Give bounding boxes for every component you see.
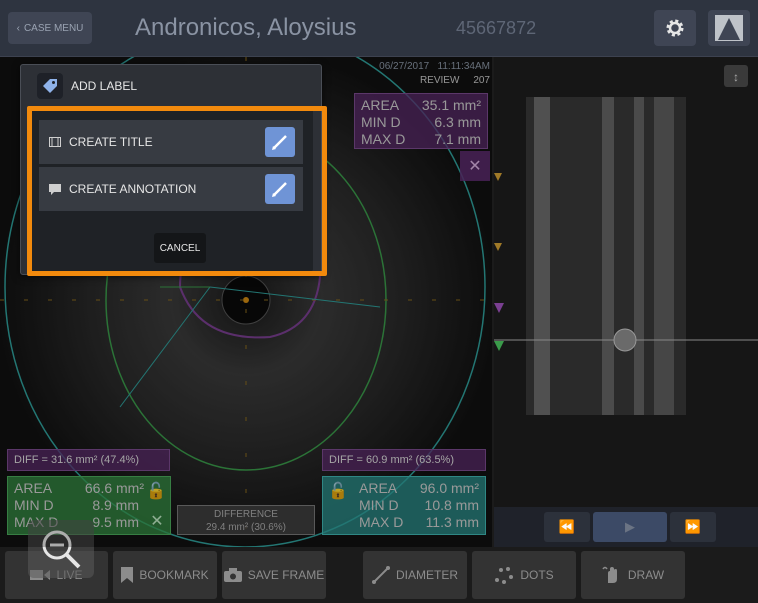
rewind-button[interactable]: ⏪ [544,512,590,542]
play-button[interactable]: ▶ [593,512,667,542]
dots-button[interactable]: DOTS [472,551,576,599]
dialog-body: CREATE TITLE CREATE ANNOTATION CANCEL [29,107,313,271]
settings-button[interactable] [654,10,696,46]
bookmark-icon [121,567,134,583]
dots-icon [495,567,514,584]
pencil-icon [272,182,287,197]
save-frame-label: SAVE FRAME [247,568,325,582]
svg-text:↕: ↕ [733,70,739,84]
bookmark-label: BOOKMARK [139,568,209,582]
patient-name: Andronicos, Aloysius [135,14,357,41]
create-title-label: CREATE TITLE [69,135,153,149]
diameter-button[interactable]: DIAMETER [363,551,467,599]
gear-icon [666,19,684,37]
create-title-option[interactable]: CREATE TITLE [39,120,303,164]
case-menu-button[interactable]: ‹ CASE MENU [8,12,92,44]
play-icon: ▶ [625,519,635,534]
add-label-dialog: ADD LABEL CREATE TITLE CREATE ANNOTATION… [20,64,322,275]
dialog-title: ADD LABEL [71,79,138,93]
create-annotation-edit-button[interactable] [265,174,295,204]
film-frame-icon [49,137,61,147]
catheter-view-icon [715,15,743,41]
diameter-label: DIAMETER [395,568,458,582]
dialog-header: ADD LABEL [21,65,321,107]
create-annotation-option[interactable]: CREATE ANNOTATION [39,167,303,211]
diameter-icon [371,566,390,584]
save-frame-button[interactable]: SAVE FRAME [222,551,326,599]
chevron-left-icon: ‹ [16,22,20,34]
create-annotation-label: CREATE ANNOTATION [69,182,197,196]
camera-icon [223,568,242,582]
dots-label: DOTS [520,568,554,582]
bottom-toolbar: LIVE BOOKMARK SAVE FRAME DIAMETER DOTS D… [0,547,758,603]
view-mode-button[interactable] [708,10,750,46]
pencil-icon [272,135,287,150]
fast-forward-button[interactable]: ⏩ [670,512,716,542]
case-menu-label: CASE MENU [23,22,84,34]
draw-label: DRAW [627,568,665,582]
top-bar: ‹ CASE MENU Andronicos, Aloysius 4566787… [0,0,758,57]
bookmark-button[interactable]: BOOKMARK [113,551,217,599]
tag-icon [37,73,63,99]
comment-icon [49,183,61,195]
longitudinal-image: ↕ [494,57,758,507]
cancel-button[interactable]: CANCEL [154,233,206,263]
rewind-icon: ⏪ [558,519,576,534]
playback-bar: ⏪ ▶ ⏩ [494,507,758,547]
draw-hand-icon [602,566,617,583]
longitudinal-view[interactable]: ↕ [494,57,758,507]
draw-button[interactable]: DRAW [581,551,685,599]
patient-id: 45667872 [456,18,537,38]
fast-forward-icon: ⏩ [684,519,702,534]
create-title-edit-button[interactable] [265,127,295,157]
